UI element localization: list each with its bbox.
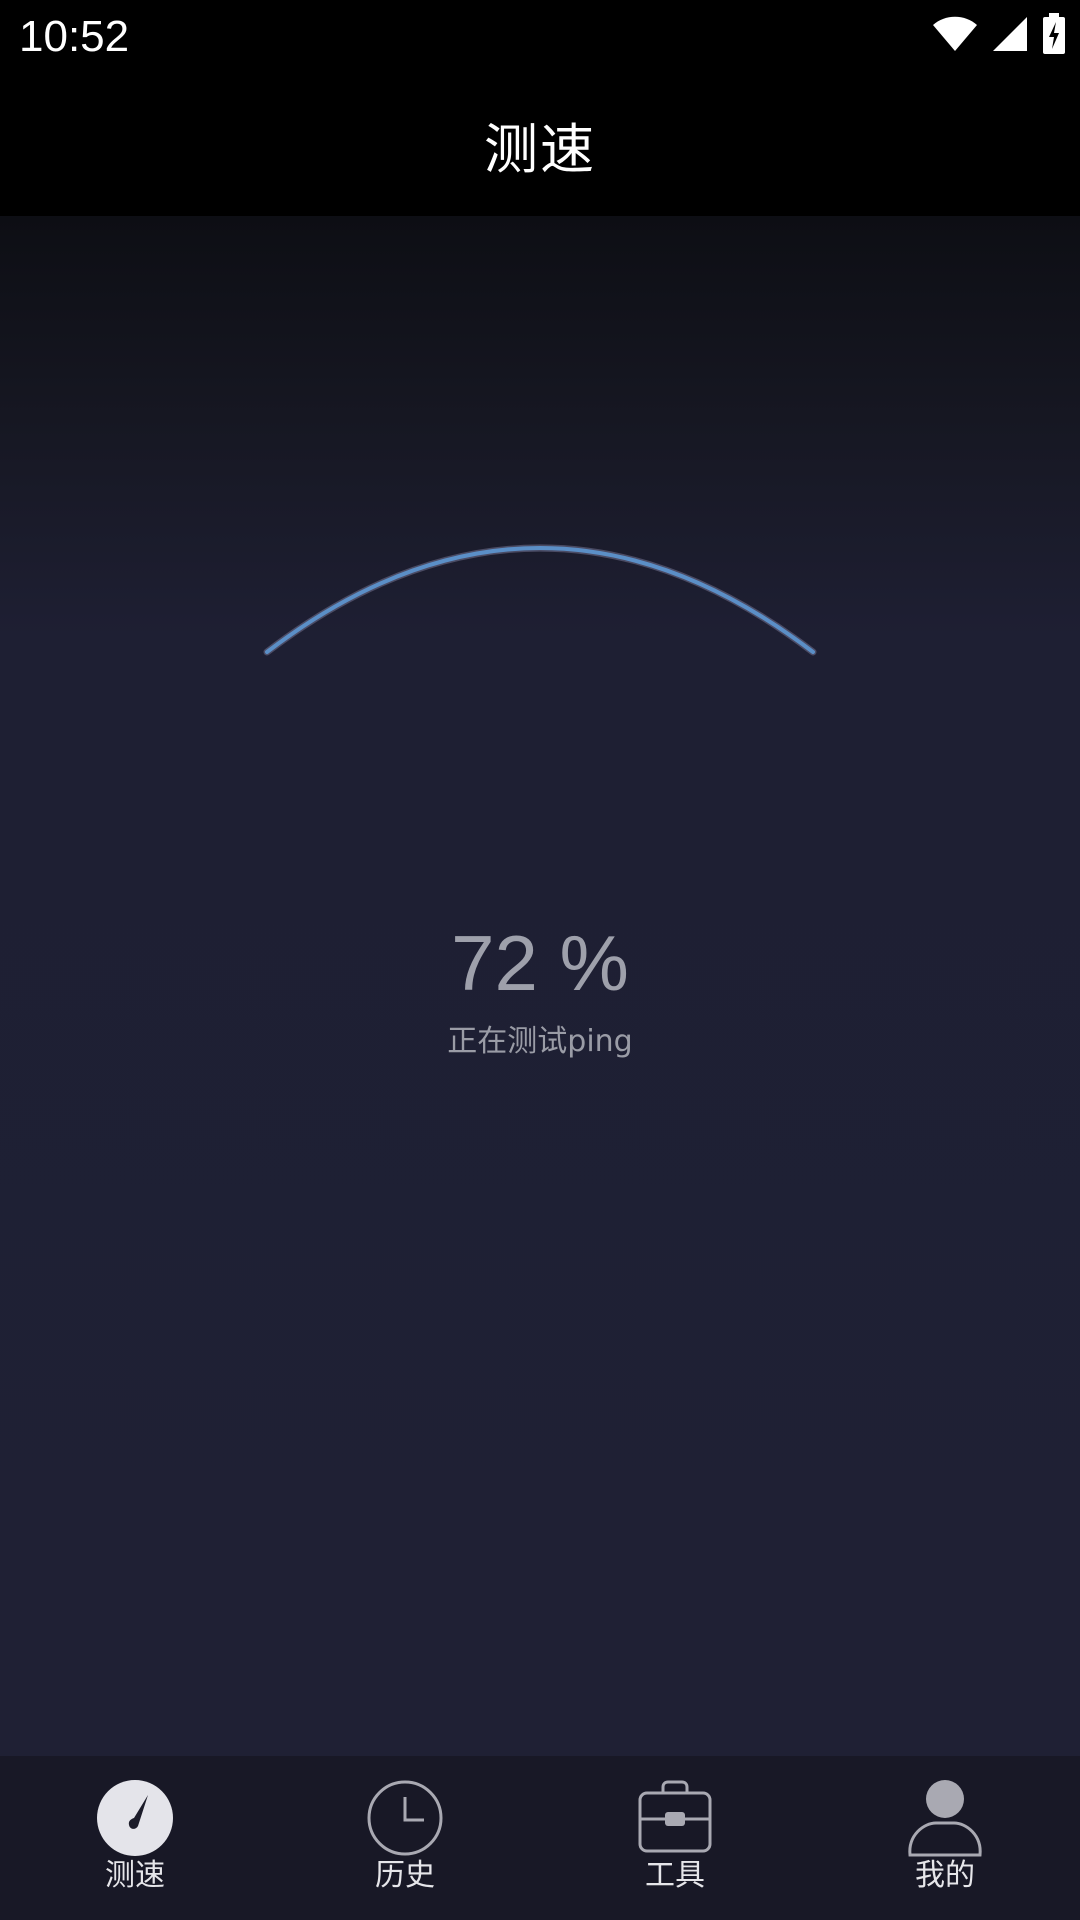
bottom-navigation: 测速 历史 工具 我的 <box>0 1756 1080 1920</box>
nav-item-speedtest[interactable]: 测速 <box>0 1756 270 1920</box>
nav-item-tools[interactable]: 工具 <box>540 1756 810 1920</box>
user-icon <box>905 1778 985 1858</box>
progress-gauge <box>263 544 817 656</box>
test-status-text: 正在测试ping <box>447 1024 633 1059</box>
signal-icon <box>992 16 1028 56</box>
nav-item-profile[interactable]: 我的 <box>810 1756 1080 1920</box>
page-title: 测速 <box>484 118 596 181</box>
status-bar: 10:52 <box>0 0 1080 73</box>
progress-value: 72 % <box>451 919 629 1007</box>
speedometer-icon <box>95 1778 175 1858</box>
wifi-icon <box>932 16 978 56</box>
nav-label-history: 历史 <box>375 1858 435 1893</box>
app-header: 测速 <box>0 73 1080 216</box>
nav-label-profile: 我的 <box>915 1858 975 1893</box>
speed-test-panel: 72 % 正在测试ping <box>0 216 1080 1756</box>
clock-icon <box>365 1778 445 1858</box>
battery-charging-icon <box>1042 13 1066 59</box>
nav-label-tools: 工具 <box>645 1858 705 1893</box>
toolbox-icon <box>635 1778 715 1858</box>
speed-test-screen: 10:52 测速 72 % 正在测试ping 测速 历史 工具 我的 <box>0 0 1080 1920</box>
status-icons <box>932 13 1066 59</box>
nav-label-speedtest: 测速 <box>105 1858 165 1893</box>
gauge-arc <box>265 546 815 654</box>
status-time: 10:52 <box>19 12 130 61</box>
nav-item-history[interactable]: 历史 <box>270 1756 540 1920</box>
